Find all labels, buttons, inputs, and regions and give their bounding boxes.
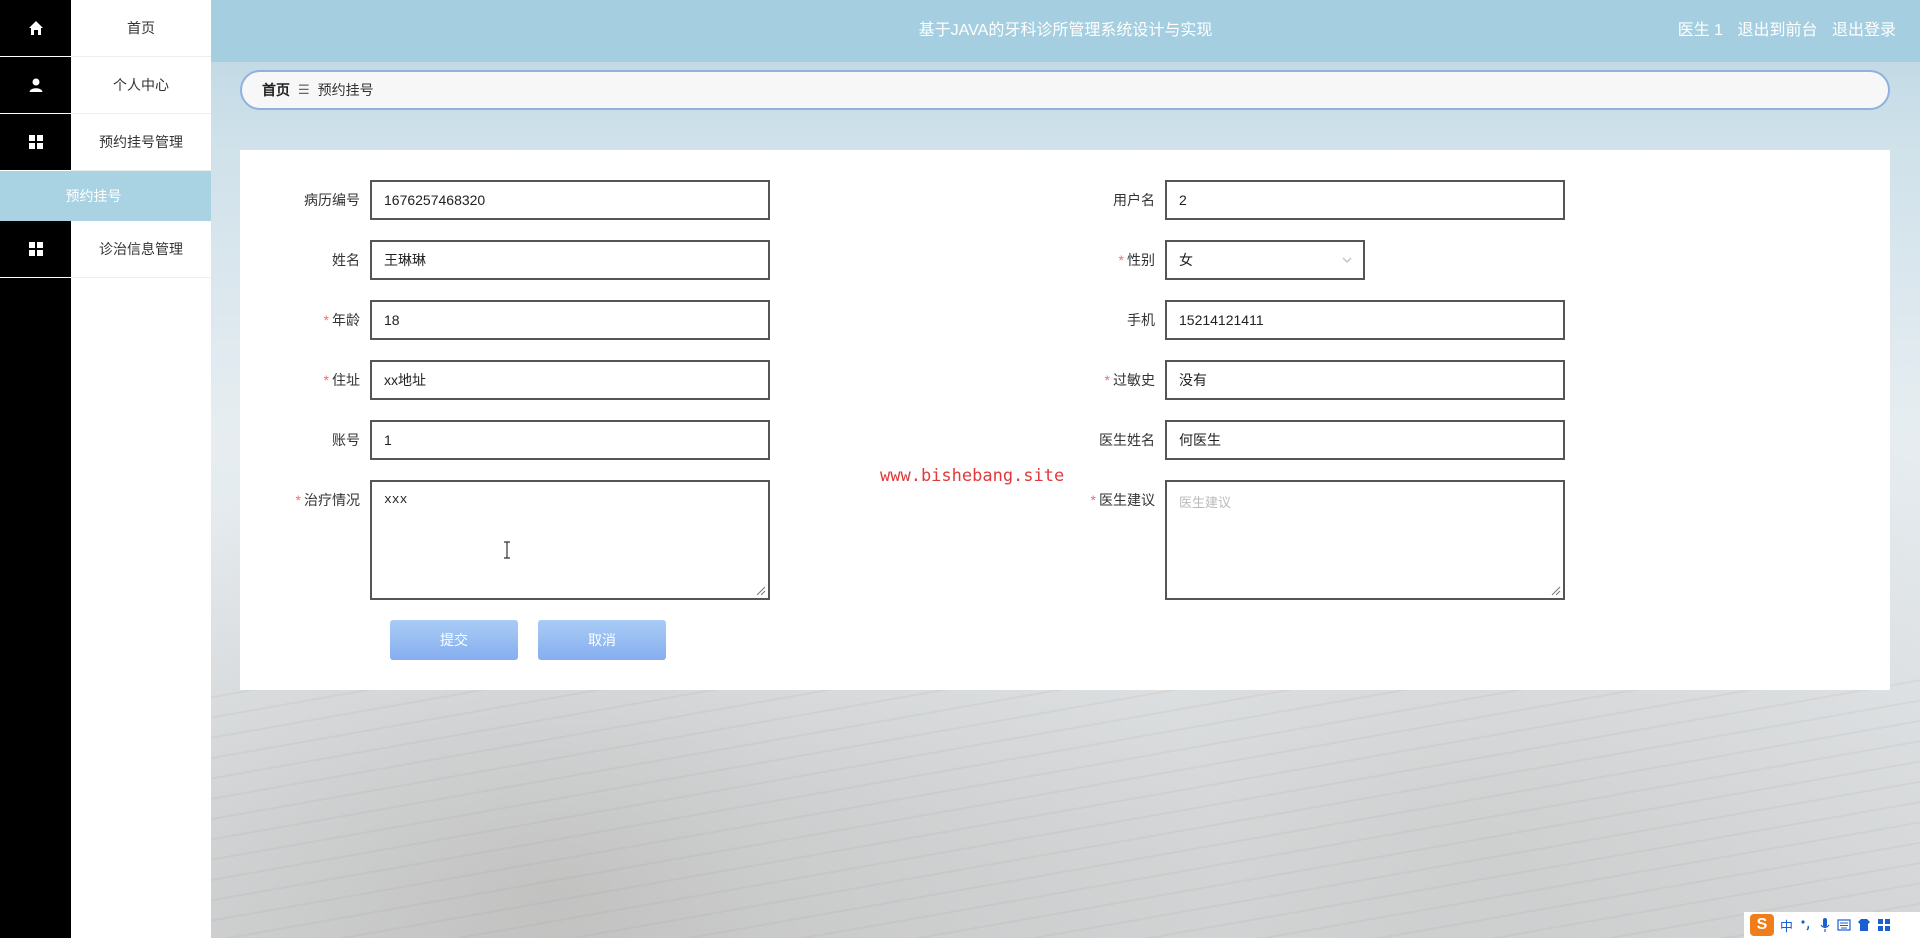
required-mark: *: [295, 492, 301, 508]
app-title: 基于JAVA的牙科诊所管理系统设计与实现: [918, 22, 1213, 39]
toolbox-icon[interactable]: [1877, 918, 1891, 932]
record-no-label: 病历编号: [304, 192, 360, 208]
name-label: 姓名: [332, 252, 360, 268]
sidebar-item-home[interactable]: 首页: [0, 0, 211, 57]
sidebar-menu: 首页 个人中心 预约挂号管理 诊治信息管理: [0, 0, 211, 938]
age-label: * 年龄: [323, 312, 360, 328]
skin-icon[interactable]: [1857, 918, 1871, 932]
phone-input[interactable]: 15214121411: [1165, 300, 1565, 340]
treatment-row: * 治疗情况 xxx: [270, 480, 770, 600]
doctor-name-row: 医生姓名 何医生: [1065, 420, 1565, 460]
doctor-name-input[interactable]: 何医生: [1165, 420, 1565, 460]
account-row: 账号 1: [270, 420, 770, 460]
ime-toolbar[interactable]: S 中: [1744, 912, 1920, 938]
doctor-name-label: 医生姓名: [1099, 432, 1155, 448]
ime-logo: S: [1750, 914, 1774, 936]
sidebar-item-profile[interactable]: 个人中心: [0, 57, 211, 114]
keyboard-icon[interactable]: [1837, 919, 1851, 931]
record-no-row: 病历编号 1676257468320: [270, 180, 770, 220]
address-row: * 住址 xx地址: [270, 360, 770, 400]
sidebar-subitem-appointment[interactable]: 预约挂号: [0, 171, 211, 221]
grid-icon: [0, 221, 71, 278]
record-no-input[interactable]: 1676257468320: [370, 180, 770, 220]
text-cursor-icon: [504, 541, 510, 559]
current-user: 医生 1: [1677, 22, 1724, 39]
required-mark: *: [1090, 492, 1096, 508]
username-row: 用户名 2: [1065, 180, 1565, 220]
gender-select[interactable]: 女: [1165, 240, 1365, 280]
allergy-row: * 过敏史 没有: [1065, 360, 1565, 400]
sidebar-subitem-label: 预约挂号: [65, 188, 122, 204]
treatment-label: * 治疗情况: [295, 492, 360, 508]
advice-placeholder: 医生建议: [1179, 495, 1232, 510]
sidebar-item-label: 个人中心: [71, 57, 211, 114]
gender-label: * 性别: [1118, 252, 1155, 268]
gender-row: * 性别 女: [1065, 240, 1365, 280]
top-header: 基于JAVA的牙科诊所管理系统设计与实现 医生 1 退出到前台 退出登录: [211, 0, 1920, 62]
logout-link[interactable]: 退出登录: [1832, 22, 1896, 39]
advice-textarea[interactable]: 医生建议: [1165, 480, 1565, 600]
required-mark: *: [323, 312, 329, 328]
user-icon: [0, 57, 71, 114]
address-input[interactable]: xx地址: [370, 360, 770, 400]
allergy-input[interactable]: 没有: [1165, 360, 1565, 400]
sidebar-item-label: 首页: [71, 0, 211, 57]
front-link[interactable]: 退出到前台: [1738, 22, 1818, 39]
address-label: * 住址: [323, 372, 360, 388]
required-mark: *: [323, 372, 329, 388]
header-actions: 医生 1 退出到前台 退出登录: [1668, 0, 1896, 62]
account-input[interactable]: 1: [370, 420, 770, 460]
watermark: www.bishebang.site: [880, 466, 1065, 486]
username-input[interactable]: 2: [1165, 180, 1565, 220]
sidebar-item-label: 诊治信息管理: [71, 221, 211, 278]
treatment-text: xxx: [384, 492, 408, 507]
required-mark: *: [1118, 252, 1124, 268]
home-icon: [0, 0, 71, 57]
name-input[interactable]: 王琳琳: [370, 240, 770, 280]
appointment-form: 病历编号 1676257468320 姓名 王琳琳 * 年龄 18 * 住址 xx地…: [240, 150, 1890, 690]
gender-value: 女: [1179, 252, 1193, 268]
advice-row: * 医生建议 医生建议: [1065, 480, 1565, 600]
age-input[interactable]: 18: [370, 300, 770, 340]
submit-button[interactable]: 提交: [390, 620, 518, 660]
breadcrumb-home[interactable]: 首页: [262, 80, 290, 100]
allergy-label: * 过敏史: [1104, 372, 1155, 388]
required-mark: *: [1104, 372, 1110, 388]
phone-row: 手机 15214121411: [1065, 300, 1565, 340]
sidebar-item-appointments[interactable]: 预约挂号管理: [0, 114, 211, 171]
grid-icon: [0, 114, 71, 171]
treatment-textarea[interactable]: xxx: [370, 480, 770, 600]
punctuation-icon[interactable]: [1799, 918, 1813, 932]
sidebar-item-treatments[interactable]: 诊治信息管理: [0, 221, 211, 278]
cancel-button[interactable]: 取消: [538, 620, 666, 660]
resize-grip-icon[interactable]: [756, 586, 766, 596]
account-label: 账号: [332, 432, 360, 448]
advice-label: * 医生建议: [1090, 492, 1155, 508]
chevron-down-icon: [1342, 257, 1352, 264]
breadcrumb-current: 预约挂号: [317, 82, 374, 98]
microphone-icon[interactable]: [1819, 917, 1831, 933]
breadcrumb: 首页 ☰ 预约挂号: [240, 70, 1890, 110]
resize-grip-icon[interactable]: [1551, 586, 1561, 596]
phone-label: 手机: [1127, 312, 1155, 328]
age-row: * 年龄 18: [270, 300, 770, 340]
ime-mode[interactable]: 中: [1780, 916, 1793, 935]
username-label: 用户名: [1113, 192, 1155, 208]
sidebar-item-label: 预约挂号管理: [71, 114, 211, 171]
breadcrumb-separator: ☰: [298, 82, 310, 97]
name-row: 姓名 王琳琳: [270, 240, 770, 280]
